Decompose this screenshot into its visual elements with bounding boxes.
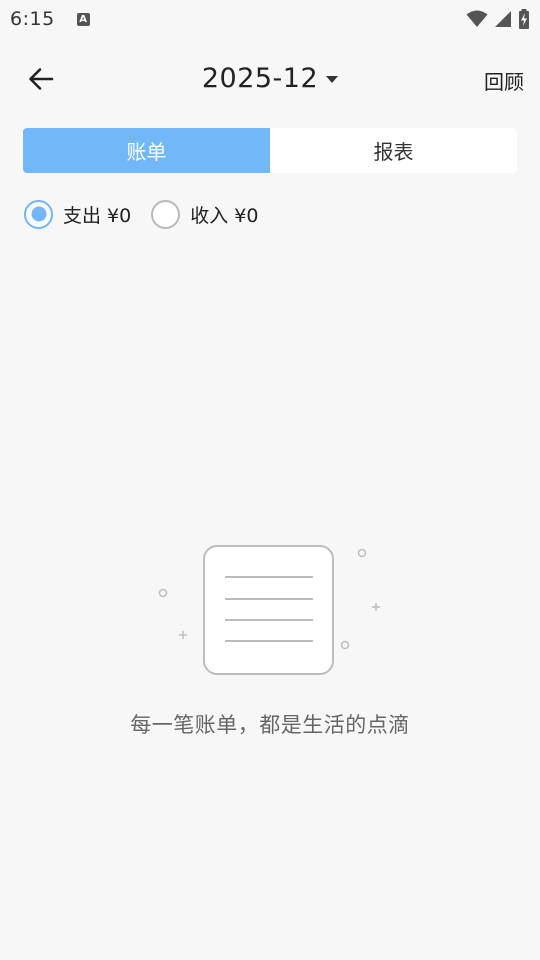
tab-reports[interactable]: 报表	[270, 128, 517, 173]
back-button[interactable]	[24, 62, 58, 96]
income-filter[interactable]: 收入 ¥0	[151, 199, 259, 229]
status-left: 6:15 A	[10, 8, 90, 30]
header: 2025-12 回顾	[0, 50, 540, 106]
expense-filter[interactable]: 支出 ¥0	[24, 199, 132, 229]
wifi-icon	[466, 10, 488, 27]
notification-app-icon: A	[76, 12, 90, 26]
empty-state-message: 每一笔账单，都是生活的点滴	[130, 713, 410, 737]
status-time: 6:15	[10, 8, 55, 30]
type-filters: 支出 ¥0 收入 ¥0	[24, 199, 258, 229]
tab-bills[interactable]: 账单	[23, 128, 270, 173]
month-label: 2025-12	[201, 62, 319, 94]
screen: 6:15 A 2025-12 回顾 账单 报表 支出 ¥0 收入 ¥0 每一笔账…	[0, 0, 540, 960]
status-right	[466, 9, 530, 29]
battery-charging-icon	[519, 9, 529, 29]
expense-label: 支出 ¥0	[63, 204, 132, 227]
status-bar: 6:15 A	[0, 0, 540, 38]
income-radio[interactable]	[151, 199, 181, 229]
cellular-signal-icon	[495, 11, 511, 27]
arrow-left-icon	[29, 68, 54, 90]
caret-down-icon	[326, 75, 339, 83]
view-tabs: 账单 报表	[23, 128, 517, 173]
empty-bill-illustration	[158, 545, 380, 675]
review-button[interactable]: 回顾	[484, 66, 524, 95]
income-label: 收入 ¥0	[190, 204, 259, 227]
expense-radio[interactable]	[24, 199, 53, 229]
month-selector[interactable]: 2025-12	[190, 60, 350, 96]
